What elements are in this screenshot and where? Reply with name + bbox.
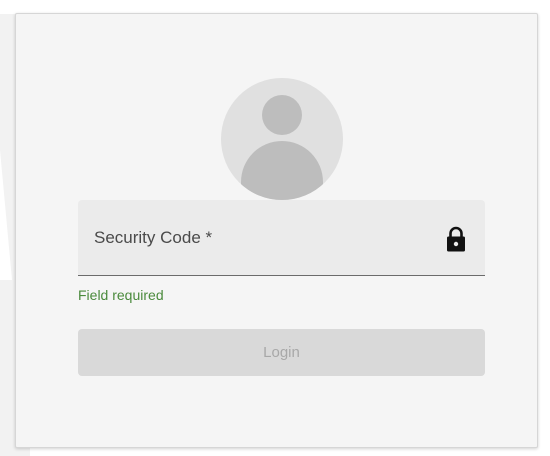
background-shape-cut: [0, 150, 12, 280]
avatar: [221, 78, 343, 200]
login-button[interactable]: Login: [78, 329, 485, 376]
security-code-field[interactable]: [78, 200, 485, 276]
avatar-head: [262, 95, 302, 135]
field-required-hint: Field required: [78, 287, 164, 303]
avatar-body: [241, 141, 323, 200]
lock-icon: [445, 226, 467, 252]
page: Field required Login: [0, 0, 550, 456]
background-top-strip: [0, 0, 550, 14]
login-card: Field required Login: [15, 13, 538, 448]
security-code-input[interactable]: [94, 222, 434, 254]
